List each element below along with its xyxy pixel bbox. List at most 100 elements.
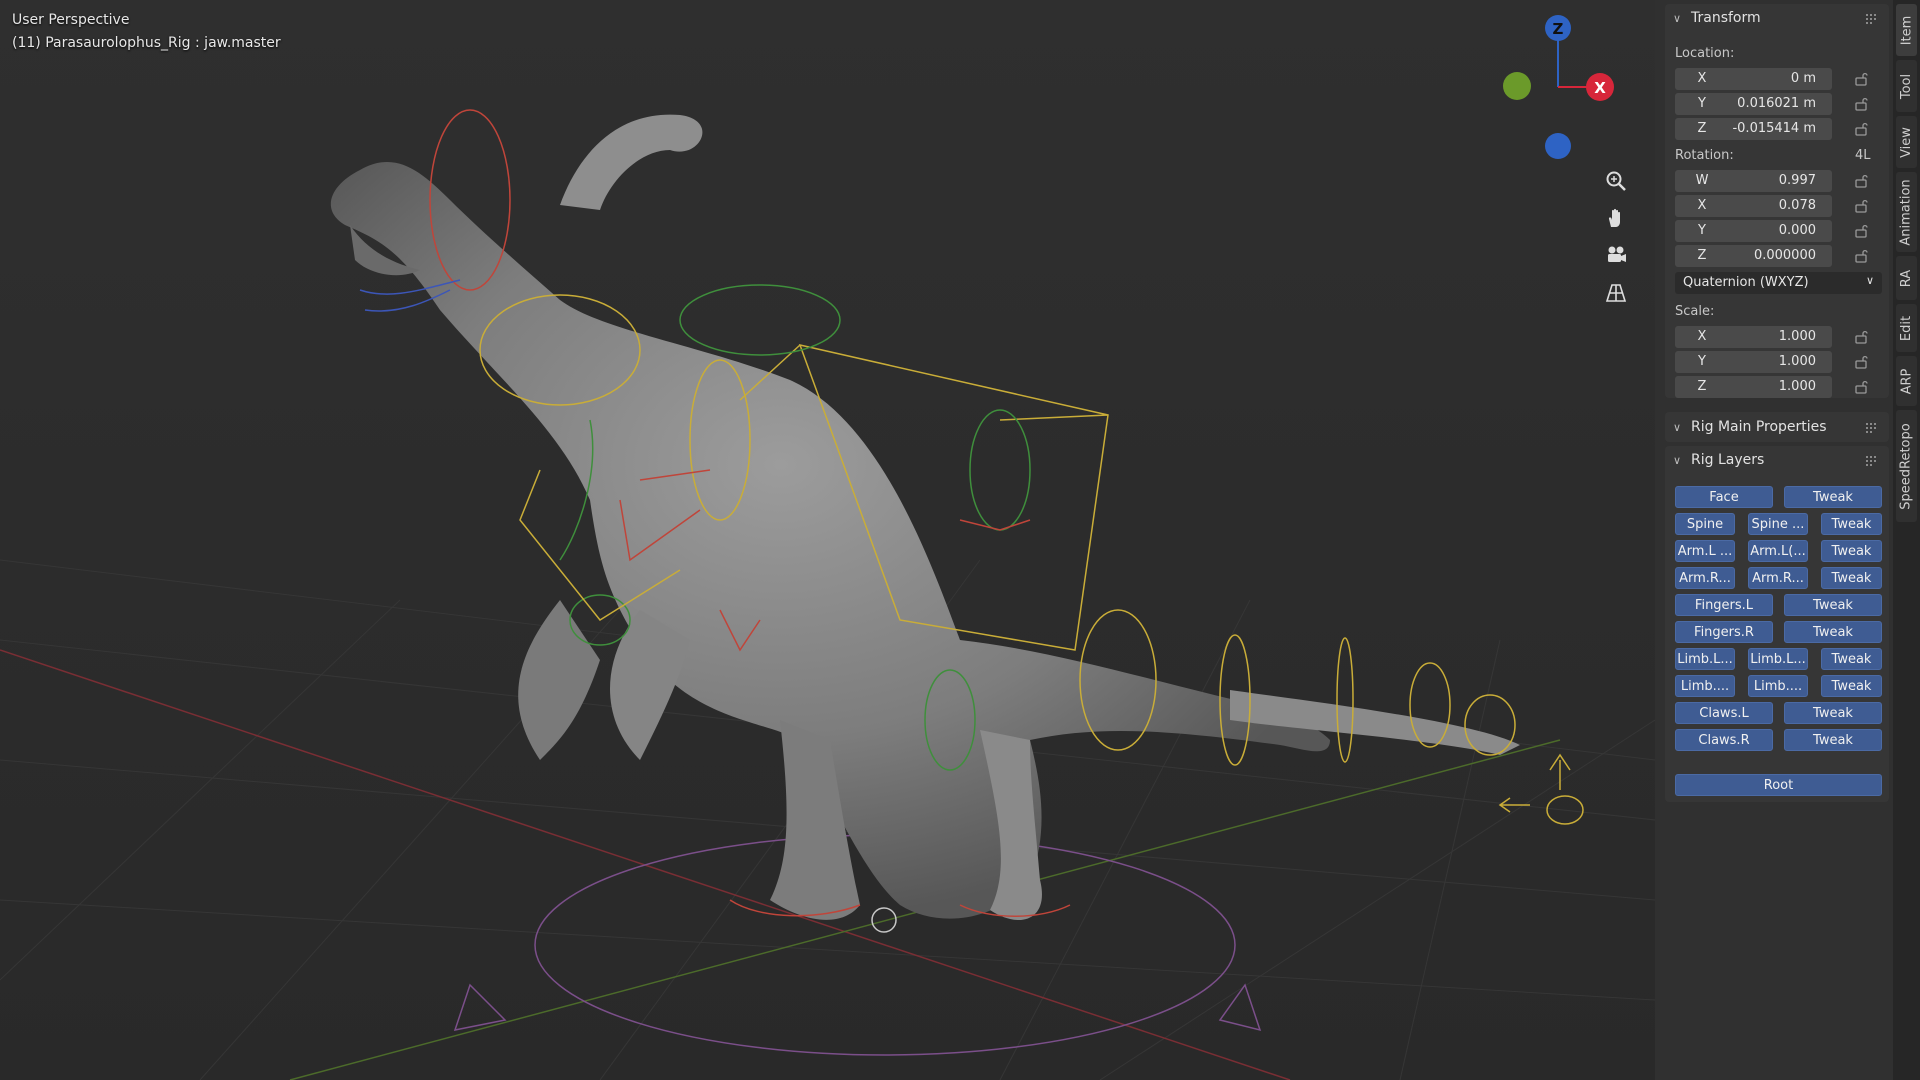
rot-field-x[interactable]: X 0.078	[1675, 195, 1832, 217]
tab-label: Animation	[1899, 178, 1914, 246]
tab-tool[interactable]: Tool	[1896, 60, 1917, 112]
field-value: 1.000	[1778, 354, 1816, 369]
rot-field-z[interactable]: Z 0.000000	[1675, 245, 1832, 267]
rotation-mode-dropdown[interactable]: Quaternion (WXYZ) ∨	[1675, 272, 1882, 294]
layer-button[interactable]: Fingers.R	[1675, 621, 1773, 643]
rig-main-properties-title: Rig Main Properties	[1691, 419, 1827, 435]
layer-button[interactable]: Limb....	[1675, 675, 1735, 697]
layer-button[interactable]: Tweak	[1821, 648, 1882, 670]
layer-button[interactable]: Spine ...	[1748, 513, 1808, 535]
scene-canvas[interactable]	[0, 0, 1655, 1080]
layer-button[interactable]: Fingers.L	[1675, 594, 1773, 616]
layer-button[interactable]: Limb.L...	[1748, 648, 1808, 670]
lock-icon[interactable]	[1854, 223, 1870, 239]
hand-pan-icon[interactable]	[1601, 203, 1631, 233]
root-layer-button[interactable]: Root	[1675, 774, 1882, 796]
field-value: 0.078	[1778, 198, 1816, 213]
active-object-label: (11) Parasaurolophus_Rig : jaw.master	[12, 35, 281, 51]
rig-main-properties-header[interactable]: ∨ Rig Main Properties	[1665, 413, 1889, 441]
transform-header[interactable]: ∨ Transform	[1665, 4, 1889, 32]
tab-ra[interactable]: RA	[1896, 256, 1917, 300]
layer-button[interactable]: Arm.R...	[1675, 567, 1735, 589]
layer-button[interactable]: Tweak	[1821, 567, 1882, 589]
drag-grip-icon[interactable]	[1865, 422, 1879, 433]
axis-label: Z	[1697, 379, 1707, 394]
axis-label: Y	[1698, 96, 1706, 111]
rotation-label: Rotation:	[1675, 148, 1734, 163]
layer-button[interactable]: Claws.L	[1675, 702, 1773, 724]
layer-button[interactable]: Arm.L ...	[1675, 540, 1735, 562]
layer-button[interactable]: Tweak	[1784, 729, 1882, 751]
lock-icon[interactable]	[1854, 71, 1870, 87]
layer-button[interactable]: Limb.L...	[1675, 648, 1735, 670]
rig-layers-title: Rig Layers	[1691, 452, 1765, 468]
lock-icon[interactable]	[1854, 248, 1870, 264]
lock-icon[interactable]	[1854, 354, 1870, 370]
lock-icon[interactable]	[1854, 198, 1870, 214]
layer-button[interactable]: Tweak	[1821, 513, 1882, 535]
tab-label: SpeedRetopo	[1899, 422, 1914, 510]
drag-grip-icon[interactable]	[1865, 455, 1879, 466]
tab-view[interactable]: View	[1896, 116, 1917, 168]
chevron-down-icon: ∨	[1673, 453, 1682, 467]
tab-animation[interactable]: Animation	[1896, 172, 1917, 252]
field-value: 1.000	[1778, 329, 1816, 344]
navigation-gizmo[interactable]: Z X	[1490, 10, 1630, 160]
loc-field-z[interactable]: Z -0.015414 m	[1675, 118, 1832, 140]
tab-arp[interactable]: ARP	[1896, 356, 1917, 406]
rig-layers-header[interactable]: ∨ Rig Layers	[1665, 446, 1889, 474]
layer-button[interactable]: Tweak	[1821, 675, 1882, 697]
rig-layers-panel: ∨ Rig Layers Face Tweak Spine Spine ... Twea…	[1665, 446, 1889, 802]
layer-button[interactable]: Claws.R	[1675, 729, 1773, 751]
lock-icon[interactable]	[1854, 96, 1870, 112]
layer-button[interactable]: Tweak	[1821, 540, 1882, 562]
camera-icon[interactable]	[1601, 240, 1631, 270]
rot-field-w[interactable]: W 0.997	[1675, 170, 1832, 192]
zoom-icon[interactable]	[1601, 166, 1631, 196]
rot-field-y[interactable]: Y 0.000	[1675, 220, 1832, 242]
axis-label: Z	[1697, 121, 1707, 136]
z-axis-label: Z	[1553, 20, 1564, 38]
y-axis-gizmo[interactable]	[1503, 72, 1531, 100]
layer-button[interactable]: Face	[1675, 486, 1773, 508]
chevron-down-icon: ∨	[1673, 11, 1682, 25]
rotation-lock-4l[interactable]: 4L	[1855, 148, 1871, 163]
field-value: 0.000000	[1753, 248, 1816, 263]
tab-label: Tool	[1899, 73, 1915, 99]
lock-icon[interactable]	[1854, 379, 1870, 395]
scale-field-x[interactable]: X 1.000	[1675, 326, 1832, 348]
transform-title: Transform	[1691, 10, 1761, 26]
scale-field-z[interactable]: Z 1.000	[1675, 376, 1832, 398]
loc-field-x[interactable]: X 0 m	[1675, 68, 1832, 90]
tab-edit[interactable]: Edit	[1896, 304, 1917, 352]
neg-z-axis-gizmo[interactable]	[1545, 133, 1571, 159]
tab-item[interactable]: Item	[1896, 4, 1917, 56]
layer-button[interactable]: Tweak	[1784, 702, 1882, 724]
chevron-down-icon: ∨	[1865, 274, 1874, 287]
field-value: 0.000	[1778, 223, 1816, 238]
transform-panel: ∨ Transform Location: X 0 m Y 0.016021 m Z -0…	[1665, 4, 1889, 398]
tab-speedretopo[interactable]: SpeedRetopo	[1896, 410, 1917, 522]
layer-button[interactable]: Limb....	[1748, 675, 1808, 697]
axis-label: Y	[1698, 223, 1706, 238]
layer-button[interactable]: Tweak	[1784, 621, 1882, 643]
lock-icon[interactable]	[1854, 173, 1870, 189]
grid-perspective-icon[interactable]	[1601, 278, 1631, 308]
axis-label: Z	[1697, 248, 1707, 263]
lock-icon[interactable]	[1854, 329, 1870, 345]
scale-field-y[interactable]: Y 1.000	[1675, 351, 1832, 373]
axis-label: X	[1697, 71, 1707, 86]
layer-button[interactable]: Arm.R...	[1748, 567, 1808, 589]
layer-button[interactable]: Spine	[1675, 513, 1735, 535]
field-value: -0.015414 m	[1732, 121, 1816, 136]
tab-label: Item	[1899, 15, 1914, 45]
lock-icon[interactable]	[1854, 121, 1870, 137]
layer-button[interactable]: Arm.L(...	[1748, 540, 1808, 562]
loc-field-y[interactable]: Y 0.016021 m	[1675, 93, 1832, 115]
3d-viewport[interactable]: User Perspective (11) Parasaurolophus_Ri…	[0, 0, 1655, 1080]
tab-label: Edit	[1899, 315, 1914, 341]
drag-grip-icon[interactable]	[1865, 13, 1879, 24]
layer-button[interactable]: Tweak	[1784, 486, 1882, 508]
layer-button[interactable]: Tweak	[1784, 594, 1882, 616]
x-axis-label: X	[1594, 79, 1606, 97]
